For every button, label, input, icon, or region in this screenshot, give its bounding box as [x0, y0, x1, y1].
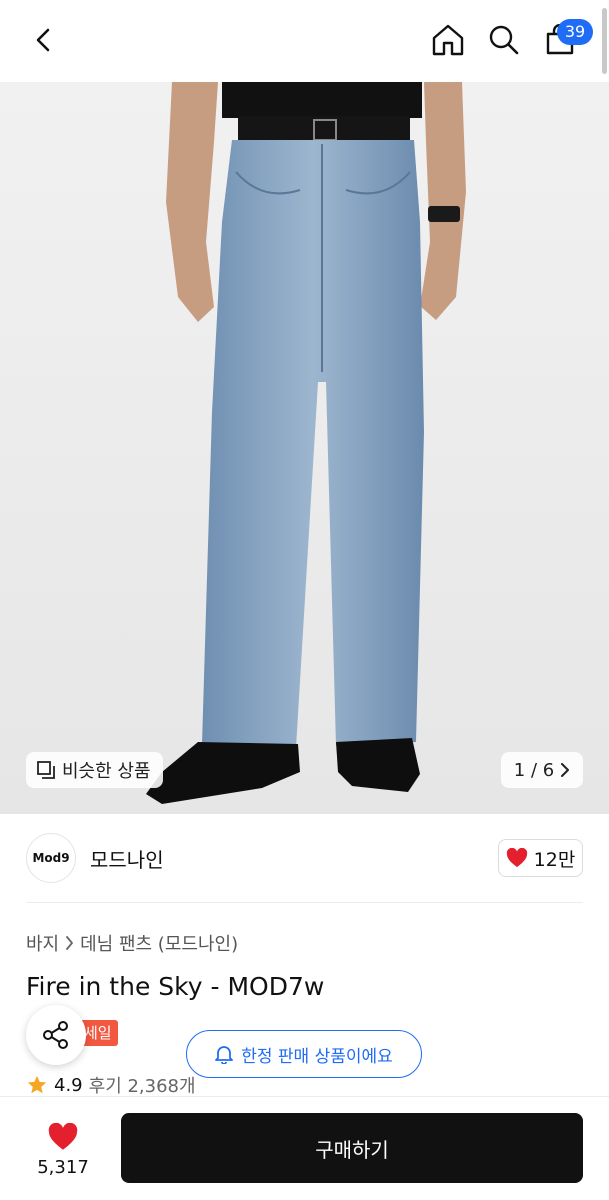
home-button[interactable] — [426, 18, 470, 62]
product-title: Fire in the Sky - MOD7w — [26, 972, 325, 1001]
heart-icon — [506, 848, 527, 868]
brand-like-count: 12만 — [533, 848, 576, 871]
image-pager[interactable]: 1 / 6 — [501, 752, 583, 788]
similar-products-icon — [37, 761, 55, 779]
brand-logo-text: Mod9 — [32, 851, 70, 865]
scrollbar[interactable] — [602, 8, 607, 74]
jeans-photo — [146, 82, 466, 804]
buy-button[interactable]: 구매하기 — [121, 1113, 583, 1183]
review-count[interactable]: 후기 2,368개 — [89, 1072, 196, 1098]
limited-sale-label: 한정 판매 상품이에요 — [241, 1046, 393, 1067]
similar-products-label: 비슷한 상품 — [62, 761, 151, 782]
chevron-right-icon — [66, 936, 74, 950]
search-button[interactable] — [482, 18, 526, 62]
brand-like-button[interactable]: 12만 — [498, 839, 583, 877]
wishlist-button[interactable]: 5,317 — [26, 1117, 100, 1183]
home-icon — [432, 24, 464, 56]
rating-summary[interactable]: 4.9 후기 2,368개 — [26, 1072, 196, 1098]
image-pager-label: 1 / 6 — [513, 759, 555, 781]
breadcrumb-item-category[interactable]: 바지 — [26, 930, 59, 956]
brand-row: Mod9 모드나인 12만 — [0, 814, 609, 902]
search-icon — [489, 25, 519, 55]
breadcrumb-item-subcategory[interactable]: 데님 팬츠 (모드나인) — [80, 930, 238, 956]
breadcrumb: 바지 데님 팬츠 (모드나인) — [26, 930, 238, 956]
top-navigation-bar: 39 — [0, 0, 609, 82]
cart-count-badge: 39 — [557, 19, 593, 45]
limited-sale-notice[interactable]: 한정 판매 상품이에요 — [186, 1030, 422, 1078]
divider — [26, 902, 583, 903]
rating-value: 4.9 — [54, 1074, 83, 1096]
bottom-action-bar: 5,317 구매하기 — [0, 1096, 609, 1200]
similar-products-button[interactable]: 비슷한 상품 — [26, 752, 163, 788]
product-image[interactable] — [0, 82, 609, 814]
back-icon — [36, 28, 50, 52]
share-icon — [43, 1021, 68, 1049]
chevron-right-icon — [561, 763, 570, 777]
heart-icon — [48, 1122, 78, 1150]
bell-icon — [215, 1046, 234, 1064]
back-button[interactable] — [22, 18, 66, 62]
brand-name[interactable]: 모드나인 — [90, 844, 164, 873]
star-icon — [27, 1075, 47, 1094]
wishlist-count: 5,317 — [37, 1156, 89, 1178]
share-button[interactable] — [26, 1005, 86, 1065]
brand-logo[interactable]: Mod9 — [26, 833, 76, 883]
